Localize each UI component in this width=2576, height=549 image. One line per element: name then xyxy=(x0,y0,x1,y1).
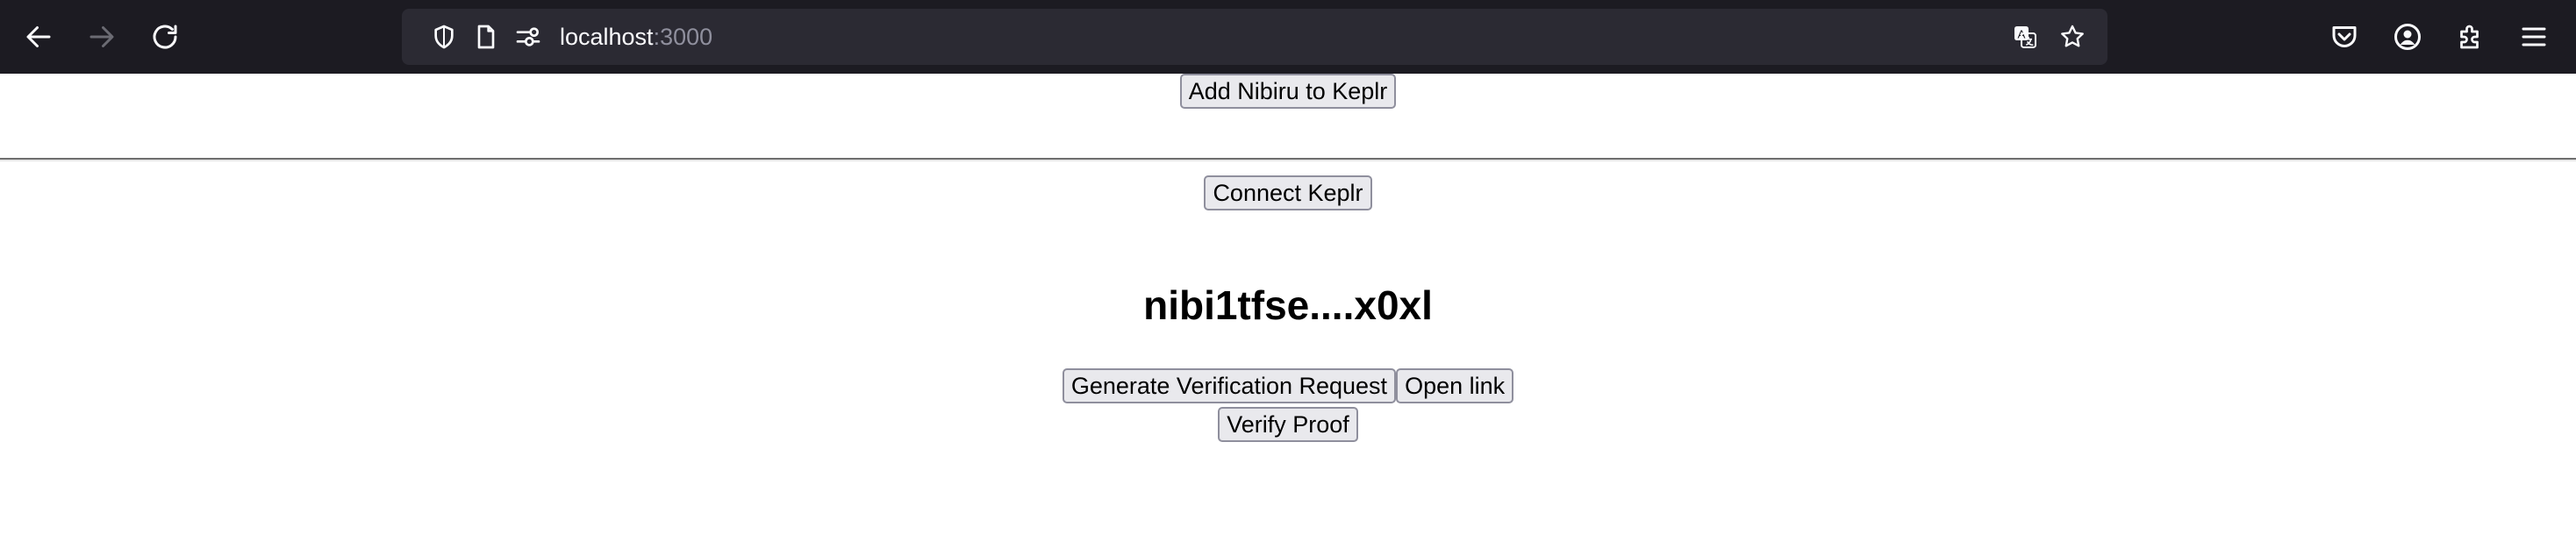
translate-button[interactable]: A xyxy=(2009,21,2041,53)
connect-row: Connect Keplr xyxy=(0,175,2576,210)
generate-verification-request-button[interactable]: Generate Verification Request xyxy=(1062,368,1397,403)
url-host: localhost xyxy=(560,24,654,50)
extensions-icon xyxy=(2460,25,2479,49)
shield-icon xyxy=(434,25,454,49)
permissions-icon xyxy=(516,27,540,46)
verify-row: Verify Proof xyxy=(0,407,2576,442)
back-button[interactable] xyxy=(18,16,60,58)
account-button[interactable] xyxy=(2386,16,2429,58)
wallet-address: nibi1tfse....x0xl xyxy=(1143,282,1433,328)
url-port: :3000 xyxy=(653,24,713,50)
pocket-button[interactable] xyxy=(2323,16,2365,58)
url-text[interactable]: localhost:3000 xyxy=(560,23,712,51)
page-content: Add Nibiru to Keplr Connect Keplr nibi1t… xyxy=(0,74,2576,549)
browser-toolbar: localhost:3000 A xyxy=(0,0,2576,74)
reload-icon xyxy=(153,25,177,49)
menu-button[interactable] xyxy=(2513,16,2555,58)
connect-keplr-button[interactable]: Connect Keplr xyxy=(1204,175,1372,210)
horizontal-divider xyxy=(0,158,2576,161)
bookmark-button[interactable] xyxy=(2057,21,2088,53)
star-icon xyxy=(2061,25,2084,47)
hamburger-menu-icon xyxy=(2522,27,2546,46)
pocket-icon xyxy=(2332,26,2357,47)
reload-button[interactable] xyxy=(144,16,186,58)
forward-button[interactable] xyxy=(81,16,123,58)
address-bar[interactable]: localhost:3000 A xyxy=(402,9,2107,65)
page-info-button[interactable] xyxy=(470,21,502,53)
add-network-row: Add Nibiru to Keplr xyxy=(0,74,2576,109)
account-icon xyxy=(2394,24,2421,50)
verify-proof-button[interactable]: Verify Proof xyxy=(1218,407,1358,442)
translate-icon: A xyxy=(2014,26,2036,48)
open-link-button[interactable]: Open link xyxy=(1396,368,1514,403)
verification-actions-row: Generate Verification Request Open link xyxy=(0,368,2576,403)
permissions-button[interactable] xyxy=(512,21,544,53)
add-nibiru-to-keplr-button[interactable]: Add Nibiru to Keplr xyxy=(1179,74,1397,109)
page-icon xyxy=(477,25,495,49)
tracking-protection-button[interactable] xyxy=(428,21,460,53)
forward-arrow-icon xyxy=(89,26,114,47)
back-arrow-icon xyxy=(26,26,51,47)
extensions-button[interactable] xyxy=(2450,16,2492,58)
